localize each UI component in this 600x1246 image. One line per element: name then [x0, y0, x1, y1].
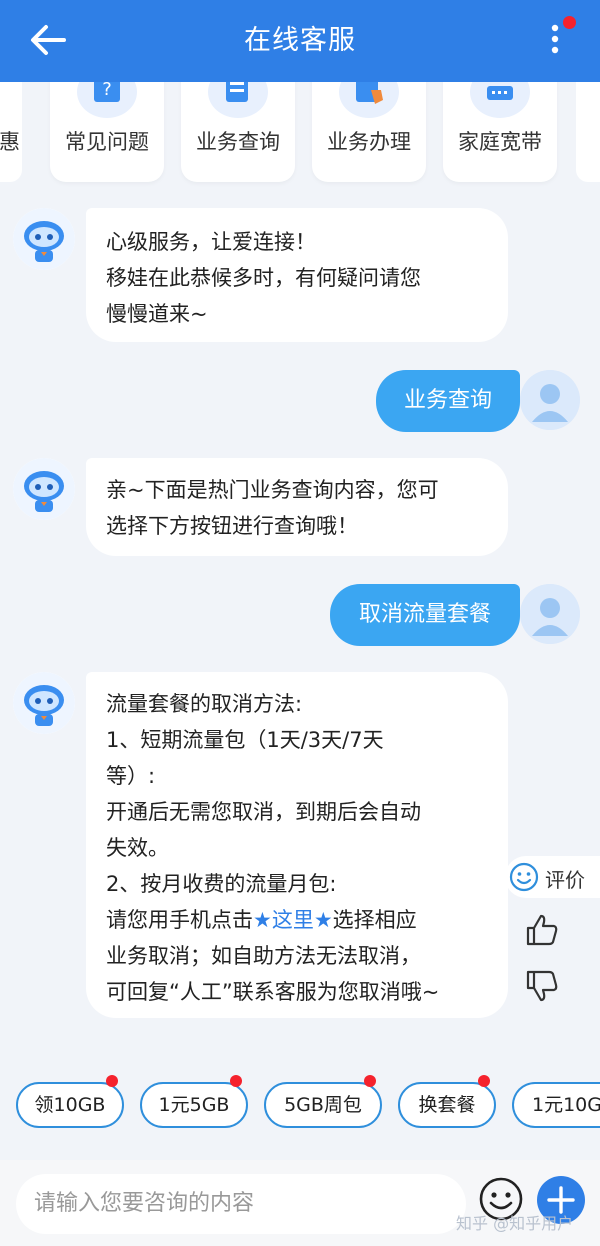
message-line: 2、按月收费的流量月包: [106, 872, 337, 896]
chip-badge [478, 1075, 490, 1087]
page-title: 在线客服 [244, 25, 356, 56]
chip-label: 5GB周包 [284, 1094, 362, 1116]
chip-badge [364, 1075, 376, 1087]
category-label: 家庭宽带 [458, 130, 542, 154]
header-bar: 在线客服 [0, 0, 600, 82]
chip-badge [106, 1075, 118, 1087]
bot-avatar [13, 208, 75, 270]
message-line: 选择下方按钮进行查询哦！ [106, 514, 358, 538]
user-avatar [520, 584, 580, 644]
quick-chip[interactable]: 1元5GB [140, 1075, 248, 1128]
user-avatar [520, 370, 580, 430]
category-partial-label: 惠 [0, 130, 20, 154]
quick-chip[interactable]: 5GB周包 [264, 1075, 382, 1128]
category-card-partial-right[interactable] [576, 82, 600, 182]
message-line: 等）: [106, 764, 156, 788]
question-book-icon: ? [77, 82, 137, 118]
category-label: 业务办理 [327, 130, 411, 154]
category-query[interactable]: 业务查询 [181, 82, 295, 182]
chip-badge [230, 1075, 242, 1087]
thumbs-up-icon[interactable] [522, 910, 562, 950]
chip-label: 1元5GB [158, 1094, 230, 1116]
message-text: 请您用手机点击 [106, 908, 253, 932]
quick-chip[interactable]: 换套餐 [398, 1075, 496, 1128]
thumbs-down-icon[interactable] [522, 966, 562, 1006]
quick-chip[interactable]: 领10GB [16, 1075, 124, 1128]
message-line: 可回复“人工”联系客服为您取消哦~ [106, 980, 440, 1004]
category-label: 业务查询 [196, 130, 280, 154]
rate-button[interactable]: 评价 [505, 856, 600, 898]
message-line: 移娃在此恭候多时，有何疑问请您 [106, 266, 421, 290]
chip-label: 领10GB [34, 1094, 106, 1116]
user-message: 取消流量套餐 [330, 584, 520, 646]
bot-message: 流量套餐的取消方法: 1、短期流量包（1天/3天/7天 等）: 开通后无需您取消… [86, 672, 508, 1018]
user-message: 业务查询 [376, 370, 520, 432]
message-line: 1、短期流量包（1天/3天/7天 [106, 728, 384, 752]
category-handling[interactable]: 业务办理 [312, 82, 426, 182]
category-faq[interactable]: ? 常见问题 [50, 82, 164, 182]
message-input[interactable]: 请输入您要咨询的内容 [16, 1174, 466, 1234]
message-line: 开通后无需您取消，到期后会自动 [106, 800, 421, 824]
message-line: 心级服务，让爱连接！ [106, 230, 316, 254]
category-strip: 惠 ? 常见问题 业务查询 业务办理 家庭宽带 [0, 82, 600, 190]
message-line: 亲~下面是热门业务查询内容，您可 [106, 478, 439, 502]
bot-avatar [13, 458, 75, 520]
document-search-icon [208, 82, 268, 118]
message-line: 业务取消；如自助方法无法取消， [106, 944, 421, 968]
chip-label: 换套餐 [418, 1094, 476, 1116]
smile-icon [509, 862, 539, 892]
router-icon [470, 82, 530, 118]
here-link[interactable]: ★这里★ [253, 908, 333, 932]
rate-label: 评价 [545, 868, 585, 892]
quick-chip[interactable]: 1元10GB [512, 1082, 600, 1128]
bot-message: 心级服务，让爱连接！ 移娃在此恭候多时，有何疑问请您 慢慢道来~ [86, 208, 508, 342]
message-line: 流量套餐的取消方法: [106, 692, 303, 716]
category-broadband[interactable]: 家庭宽带 [443, 82, 557, 182]
input-placeholder: 请输入您要咨询的内容 [34, 1191, 255, 1216]
bot-avatar [13, 672, 75, 734]
message-text: 选择相应 [332, 908, 417, 932]
message-line: 请您用手机点击★这里★选择相应 [106, 902, 488, 938]
watermark: 知乎 @知乎用户 [456, 1214, 574, 1233]
svg-text:?: ? [102, 82, 112, 100]
notification-badge [563, 16, 576, 29]
message-line: 失效。 [106, 836, 169, 860]
handling-tag-icon [339, 82, 399, 118]
message-line: 慢慢道来~ [106, 302, 208, 326]
bot-message: 亲~下面是热门业务查询内容，您可 选择下方按钮进行查询哦！ [86, 458, 508, 556]
chip-label: 1元10GB [532, 1094, 600, 1116]
category-label: 常见问题 [65, 130, 149, 154]
category-card-partial[interactable]: 惠 [0, 82, 22, 182]
